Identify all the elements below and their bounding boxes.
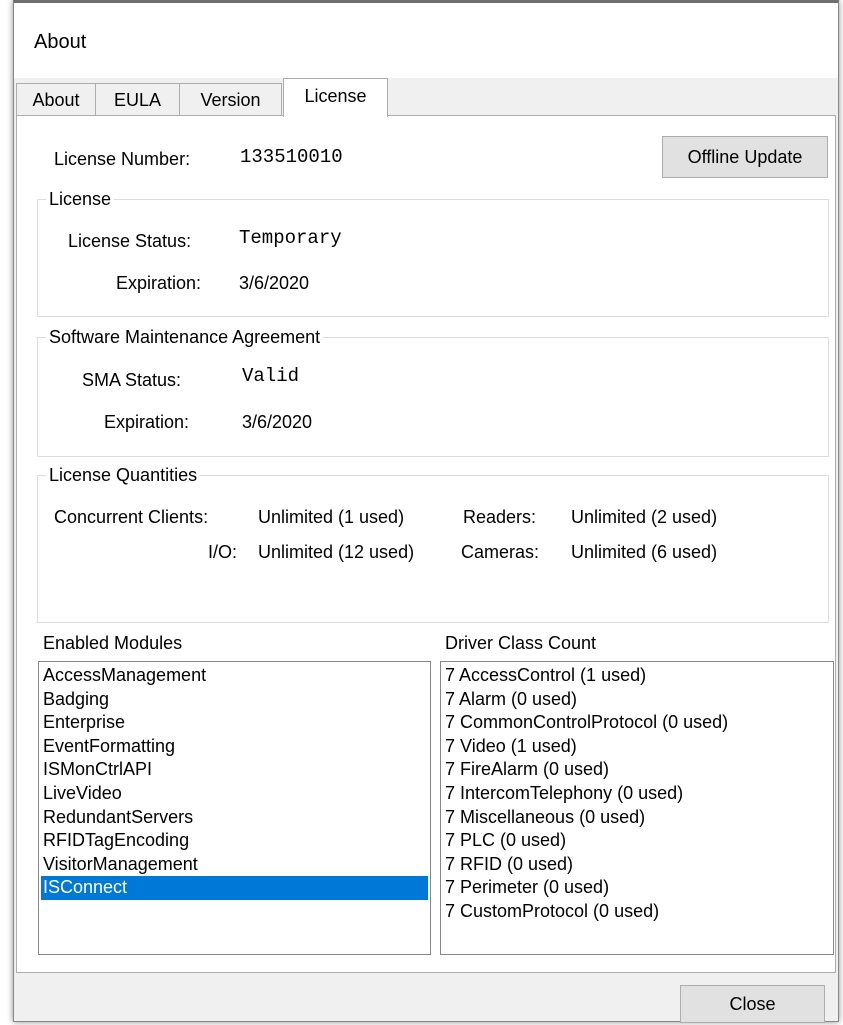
sma-expiration-label: Expiration: — [104, 412, 190, 432]
list-item[interactable]: LiveVideo — [41, 782, 428, 806]
list-item[interactable]: 7 RFID (0 used) — [443, 853, 831, 877]
close-button-label: Close — [729, 994, 776, 1014]
title-bar[interactable]: About — [14, 3, 838, 78]
license-group: License License Status: Temporary Expira… — [37, 188, 829, 317]
dialog-footer: Close — [14, 973, 838, 1023]
tab-license-label: License — [304, 86, 367, 106]
license-status-value: Temporary — [239, 227, 342, 249]
list-item[interactable]: Badging — [41, 688, 428, 712]
tab-eula-label: EULA — [113, 90, 162, 110]
driver-class-count-label: Driver Class Count — [445, 633, 597, 653]
list-item[interactable]: 7 Alarm (0 used) — [443, 688, 831, 712]
about-dialog: About About EULA Version License License… — [13, 0, 839, 1023]
license-expiration-value: 3/6/2020 — [239, 273, 310, 293]
cameras-label: Cameras: — [461, 542, 540, 562]
list-item[interactable]: RFIDTagEncoding — [41, 829, 428, 853]
list-item[interactable]: EventFormatting — [41, 735, 428, 759]
tab-version[interactable]: Version — [179, 83, 282, 116]
concurrent-clients-label: Concurrent Clients: — [54, 507, 209, 527]
close-button[interactable]: Close — [680, 985, 825, 1023]
sma-status-label: SMA Status: — [82, 370, 182, 390]
tab-eula[interactable]: EULA — [95, 83, 180, 116]
offline-update-button-label: Offline Update — [687, 147, 803, 167]
tab-about-label: About — [32, 90, 80, 110]
tab-version-label: Version — [200, 90, 261, 110]
list-item[interactable]: 7 FireAlarm (0 used) — [443, 758, 831, 782]
list-item[interactable]: Enterprise — [41, 711, 428, 735]
list-item[interactable]: 7 Perimeter (0 used) — [443, 876, 831, 900]
sma-status-value: Valid — [242, 365, 300, 387]
license-tab-panel: License Number: 133510010 Offline Update… — [16, 115, 836, 973]
tab-about[interactable]: About — [16, 83, 96, 116]
io-value: Unlimited (12 used) — [258, 542, 415, 562]
list-item-selected[interactable]: ISConnect — [41, 876, 428, 900]
license-expiration-label: Expiration: — [116, 273, 202, 293]
list-item[interactable]: RedundantServers — [41, 806, 428, 830]
list-item[interactable]: 7 Video (1 used) — [443, 735, 831, 759]
list-item[interactable]: 7 CommonControlProtocol (0 used) — [443, 711, 831, 735]
license-quantities-group: License Quantities Concurrent Clients: U… — [37, 464, 829, 623]
list-item[interactable]: VisitorManagement — [41, 853, 428, 877]
driver-class-count-list[interactable]: 7 AccessControl (1 used) 7 Alarm (0 used… — [440, 661, 834, 955]
offline-update-button[interactable]: Offline Update — [662, 136, 828, 178]
tab-license[interactable]: License — [283, 78, 388, 117]
list-item[interactable]: ISMonCtrlAPI — [41, 758, 428, 782]
list-item[interactable]: 7 IntercomTelephony (0 used) — [443, 782, 831, 806]
list-item[interactable]: AccessManagement — [41, 664, 428, 688]
sma-group-legend: Software Maintenance Agreement — [46, 326, 324, 348]
license-quantities-legend: License Quantities — [46, 464, 201, 486]
io-label: I/O: — [208, 542, 238, 562]
concurrent-clients-value: Unlimited (1 used) — [258, 507, 405, 527]
enabled-modules-label: Enabled Modules — [43, 633, 183, 653]
sma-expiration-value: 3/6/2020 — [242, 412, 313, 432]
license-number-label: License Number: — [54, 149, 191, 169]
cameras-value: Unlimited (6 used) — [571, 542, 718, 562]
window-title: About — [34, 31, 87, 53]
readers-value: Unlimited (2 used) — [571, 507, 718, 527]
list-item[interactable]: 7 PLC (0 used) — [443, 829, 831, 853]
list-item[interactable]: 7 Miscellaneous (0 used) — [443, 806, 831, 830]
tab-strip: About EULA Version License — [16, 78, 836, 117]
list-item[interactable]: 7 CustomProtocol (0 used) — [443, 900, 831, 924]
enabled-modules-list[interactable]: AccessManagement Badging Enterprise Even… — [38, 661, 431, 955]
license-number-value: 133510010 — [240, 146, 343, 168]
license-status-label: License Status: — [68, 231, 192, 251]
readers-label: Readers: — [463, 507, 537, 527]
list-item[interactable]: 7 AccessControl (1 used) — [443, 664, 831, 688]
sma-group: Software Maintenance Agreement SMA Statu… — [37, 326, 829, 457]
license-group-legend: License — [46, 188, 115, 210]
